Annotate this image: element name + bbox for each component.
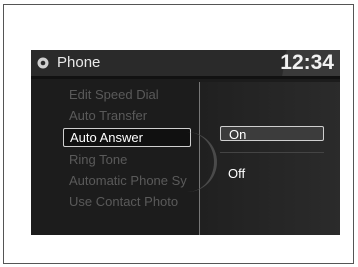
page-title: Phone [57, 54, 101, 71]
auto-answer-submenu: On Off [199, 82, 340, 235]
home-icon[interactable] [37, 57, 49, 69]
menu-item-auto-answer[interactable]: Auto Answer [63, 128, 191, 147]
header-divider [31, 76, 340, 79]
phone-settings-screen: Phone 12:34 Edit Speed Dial Auto Transfe… [31, 50, 340, 235]
option-off[interactable]: Off [220, 166, 324, 181]
option-divider [220, 152, 324, 153]
header-bar: Phone 12:34 [31, 50, 340, 76]
figure-frame: Phone 12:34 Edit Speed Dial Auto Transfe… [3, 4, 354, 264]
clock-display: 12:34 [280, 51, 334, 74]
option-on[interactable]: On [220, 126, 324, 142]
